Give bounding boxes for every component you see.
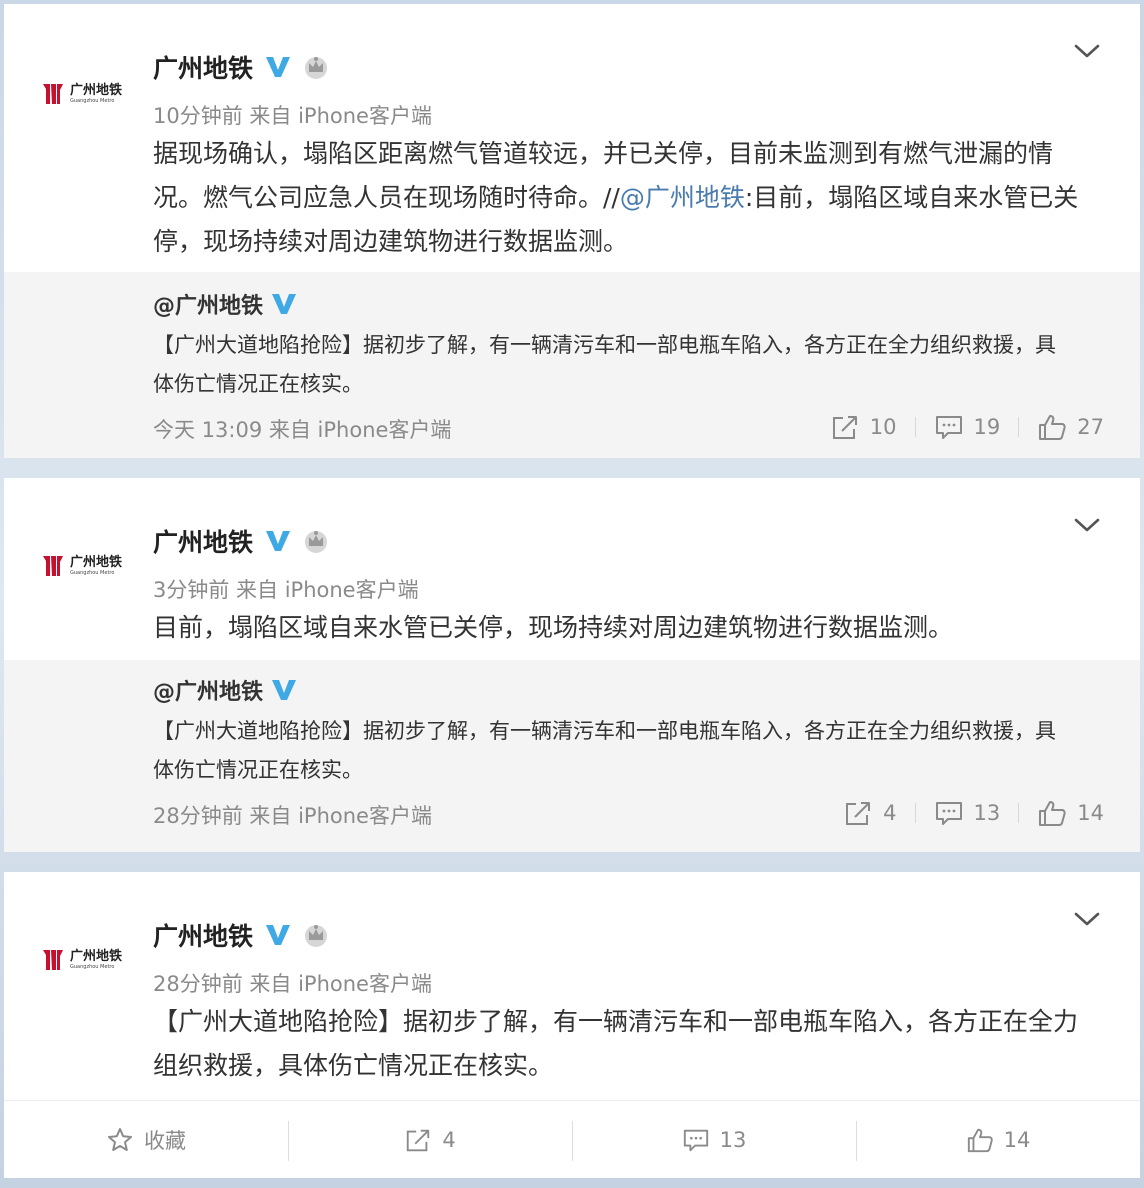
verified-badge-icon bbox=[265, 923, 291, 947]
thumbs-up-icon bbox=[966, 1126, 994, 1154]
post-meta: 10分钟前 来自 iPhone客户端 bbox=[153, 104, 432, 128]
like-button[interactable]: 14 bbox=[1019, 799, 1104, 827]
post-meta: 3分钟前 来自 iPhone客户端 bbox=[153, 578, 419, 602]
favorite-button[interactable]: 收藏 bbox=[4, 1101, 288, 1178]
logo-text: 广州地铁 bbox=[70, 949, 123, 964]
member-crown-icon bbox=[303, 54, 329, 80]
post-header: 广州地铁 bbox=[153, 50, 329, 84]
action-bar: 收藏 4 13 14 bbox=[4, 1100, 1140, 1178]
weibo-post-3: 广州地铁 Guangzhou Metro 广州地铁 28分钟前 来自 iPhon… bbox=[4, 872, 1140, 1178]
metro-logo-icon bbox=[40, 553, 66, 579]
thumbs-up-icon bbox=[1037, 413, 1067, 441]
like-button[interactable]: 27 bbox=[1019, 413, 1104, 441]
comment-icon bbox=[934, 413, 964, 441]
avatar[interactable]: 广州地铁 Guangzhou Metro bbox=[40, 74, 136, 114]
verified-badge-icon bbox=[265, 529, 291, 553]
comment-button[interactable]: 19 bbox=[916, 413, 1019, 441]
quoted-post[interactable]: @广州地铁 【广州大道地陷抢险】据初步了解，有一辆清污车和一部电瓶车陷入，各方正… bbox=[4, 272, 1140, 458]
like-count: 14 bbox=[1077, 801, 1104, 825]
member-crown-icon bbox=[303, 922, 329, 948]
quoted-username[interactable]: @广州地铁 bbox=[153, 288, 263, 320]
post-meta: 28分钟前 来自 iPhone客户端 bbox=[153, 972, 432, 996]
favorite-label: 收藏 bbox=[144, 1128, 186, 1153]
weibo-post-2: 广州地铁 Guangzhou Metro 广州地铁 3分钟前 来自 iPhone… bbox=[4, 478, 1140, 852]
logo-subtext: Guangzhou Metro bbox=[70, 964, 115, 970]
member-crown-icon bbox=[303, 528, 329, 554]
post-text: 据现场确认，塌陷区距离燃气管道较远，并已关停，目前未监测到有燃气泄漏的情况。燃气… bbox=[153, 132, 1096, 264]
quoted-text: 【广州大道地陷抢险】据初步了解，有一辆清污车和一部电瓶车陷入，各方正在全力组织救… bbox=[153, 719, 1056, 782]
post-text: 【广州大道地陷抢险】据初步了解，有一辆清污车和一部电瓶车陷入，各方正在全力组织救… bbox=[153, 1007, 1079, 1080]
chevron-down-icon[interactable] bbox=[1072, 908, 1102, 930]
weibo-post-1: 广州地铁 Guangzhou Metro 广州地铁 10分钟前 来自 iPhon… bbox=[4, 4, 1140, 458]
verified-badge-icon bbox=[271, 678, 297, 702]
star-icon bbox=[106, 1126, 134, 1154]
like-count: 27 bbox=[1077, 415, 1104, 439]
quoted-meta: 今天 13:09 来自 iPhone客户端 bbox=[153, 418, 452, 442]
repost-button[interactable]: 4 bbox=[288, 1101, 572, 1178]
chevron-down-icon[interactable] bbox=[1072, 40, 1102, 62]
repost-count: 4 bbox=[442, 1127, 456, 1152]
comment-icon bbox=[934, 799, 964, 827]
username[interactable]: 广州地铁 bbox=[153, 917, 253, 953]
quoted-post[interactable]: @广州地铁 【广州大道地陷抢险】据初步了解，有一辆清污车和一部电瓶车陷入，各方正… bbox=[4, 660, 1140, 852]
logo-text: 广州地铁 bbox=[70, 83, 123, 98]
quoted-username[interactable]: @广州地铁 bbox=[153, 674, 263, 706]
logo-text: 广州地铁 bbox=[70, 555, 123, 570]
logo-subtext: Guangzhou Metro bbox=[70, 98, 115, 104]
repost-icon bbox=[404, 1126, 432, 1154]
like-count: 14 bbox=[1003, 1127, 1031, 1152]
username[interactable]: 广州地铁 bbox=[153, 49, 253, 85]
repost-button[interactable]: 10 bbox=[812, 413, 915, 441]
comment-icon bbox=[682, 1126, 710, 1154]
post-text: 目前，塌陷区域自来水管已关停，现场持续对周边建筑物进行数据监测。 bbox=[153, 613, 954, 642]
quoted-actions: 10 19 27 bbox=[812, 412, 1104, 442]
verified-badge-icon bbox=[265, 55, 291, 79]
post-header: 广州地铁 bbox=[153, 524, 329, 558]
like-button[interactable]: 14 bbox=[856, 1101, 1140, 1178]
repost-icon bbox=[830, 413, 860, 441]
repost-icon bbox=[843, 799, 873, 827]
username[interactable]: 广州地铁 bbox=[153, 523, 253, 559]
logo-subtext: Guangzhou Metro bbox=[70, 570, 115, 576]
quoted-actions: 4 13 14 bbox=[825, 798, 1104, 828]
comment-button[interactable]: 13 bbox=[572, 1101, 856, 1178]
verified-badge-icon bbox=[271, 292, 297, 316]
comment-count: 13 bbox=[719, 1127, 747, 1152]
comment-button[interactable]: 13 bbox=[916, 799, 1019, 827]
repost-button[interactable]: 4 bbox=[825, 799, 914, 827]
repost-count: 10 bbox=[869, 415, 897, 439]
chevron-down-icon[interactable] bbox=[1072, 514, 1102, 536]
post-header: 广州地铁 bbox=[153, 918, 329, 952]
quoted-meta: 28分钟前 来自 iPhone客户端 bbox=[153, 804, 432, 828]
metro-logo-icon bbox=[40, 81, 66, 107]
avatar[interactable]: 广州地铁 Guangzhou Metro bbox=[40, 940, 136, 980]
repost-count: 4 bbox=[883, 801, 897, 825]
thumbs-up-icon bbox=[1037, 799, 1067, 827]
avatar[interactable]: 广州地铁 Guangzhou Metro bbox=[40, 546, 136, 586]
comment-count: 19 bbox=[973, 415, 1001, 439]
quoted-text: 【广州大道地陷抢险】据初步了解，有一辆清污车和一部电瓶车陷入，各方正在全力组织救… bbox=[153, 333, 1056, 396]
mention-link[interactable]: @广州地铁 bbox=[620, 183, 745, 212]
metro-logo-icon bbox=[40, 947, 66, 973]
comment-count: 13 bbox=[973, 801, 1001, 825]
